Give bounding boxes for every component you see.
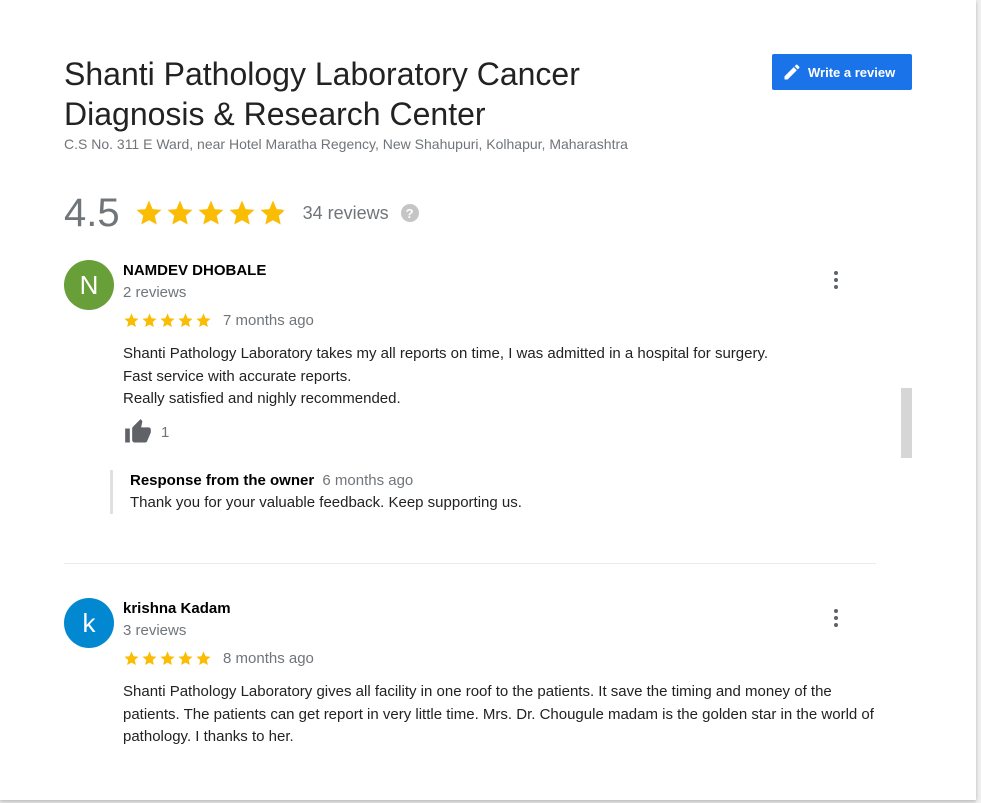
star-icon	[196, 313, 211, 328]
review-rating: 7 months ago	[123, 312, 314, 329]
review-stars	[123, 650, 213, 667]
star-icon	[142, 313, 157, 328]
rating-stars	[134, 198, 289, 228]
business-address: C.S No. 311 E Ward, near Hotel Maratha R…	[64, 136, 628, 152]
divider	[64, 563, 876, 564]
review-text: Shanti Pathology Laboratory takes my all…	[123, 343, 883, 411]
review-item: N NAMDEV DHOBALE 2 reviews 7 months ago …	[64, 260, 884, 540]
write-review-label: Write a review	[808, 64, 896, 80]
help-icon[interactable]: ?	[400, 204, 419, 222]
write-review-button[interactable]: Write a review	[772, 54, 912, 90]
owner-response-time: 6 months ago	[322, 472, 414, 489]
reviewer-review-count: 2 reviews	[123, 284, 187, 301]
star-icon	[160, 313, 175, 328]
review-text-line: Fast service with accurate reports.	[123, 367, 352, 385]
avatar[interactable]: k	[64, 598, 114, 648]
avatar[interactable]: N	[64, 260, 114, 310]
review-stars	[123, 312, 213, 329]
reviewer-review-count: 3 reviews	[123, 622, 187, 639]
star-icon	[124, 313, 139, 328]
star-icon	[229, 200, 255, 225]
average-rating: 4.5	[64, 191, 120, 235]
star-icon	[196, 651, 211, 666]
reviews-count[interactable]: 34 reviews	[303, 203, 389, 224]
reviews-dialog: Shanti Pathology Laboratory Cancer Diagn…	[0, 0, 976, 800]
star-icon	[198, 200, 224, 225]
review-text-line: Really satisfied and nighly recommended.	[123, 390, 401, 407]
like-control: 1	[123, 418, 169, 446]
star-icon	[124, 651, 139, 666]
star-icon	[160, 651, 175, 666]
business-name: Shanti Pathology Laboratory Cancer Diagn…	[64, 56, 580, 132]
more-options-icon[interactable]	[826, 268, 846, 292]
star-icon	[136, 200, 162, 225]
scrollbar-thumb[interactable]	[901, 388, 912, 458]
owner-response-text: Thank you for your valuable feedback. Ke…	[130, 494, 522, 511]
more-options-icon[interactable]	[826, 606, 846, 630]
reviewer-name[interactable]: krishna Kadam	[123, 600, 231, 617]
star-icon	[167, 200, 193, 225]
like-count: 1	[161, 423, 170, 441]
rating-summary: 4.5 34 reviews ?	[64, 190, 419, 236]
owner-response: Response from the owner 6 months ago Tha…	[110, 470, 830, 514]
star-icon	[178, 651, 193, 666]
pencil-icon	[784, 64, 800, 80]
star-icon	[260, 200, 286, 225]
review-rating: 8 months ago	[123, 650, 314, 667]
reviewer-name[interactable]: NAMDEV DHOBALE	[123, 262, 266, 279]
star-icon	[142, 651, 157, 666]
owner-response-title: Response from the owner	[130, 472, 315, 489]
review-time: 8 months ago	[223, 650, 314, 667]
review-item: k krishna Kadam 3 reviews 8 months ago S…	[64, 598, 884, 768]
review-time: 7 months ago	[223, 312, 314, 329]
star-icon	[178, 313, 193, 328]
thumbs-up-icon[interactable]	[123, 418, 153, 446]
background-page-edge	[976, 0, 981, 803]
review-text-line: Shanti Pathology Laboratory takes my all…	[123, 345, 769, 362]
review-text: Shanti Pathology Laboratory gives all fa…	[123, 683, 874, 745]
